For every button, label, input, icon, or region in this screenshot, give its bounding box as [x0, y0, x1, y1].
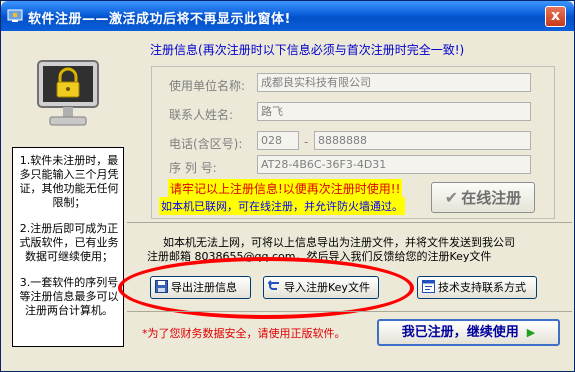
- play-arrow-icon: ▶: [526, 326, 536, 339]
- contact-field[interactable]: 路飞: [257, 102, 531, 121]
- online-register-icon: ✔: [444, 188, 459, 207]
- locked-monitor-icon: [37, 60, 99, 126]
- phone-label: 电话(含区号):: [169, 137, 243, 151]
- company-field[interactable]: 成都良实科技有限公司: [257, 73, 531, 92]
- red-annotation-ellipse: [118, 257, 414, 319]
- genuine-software-note: *为了您财务数据安全，请使用正版软件。: [142, 327, 346, 340]
- divider: [127, 222, 572, 223]
- note-2: 2.注册后即可成为正式版软件，已有业务数据可继续使用；: [19, 222, 119, 263]
- left-panel: 1.软件未注册时，最多只能输入三个月凭证，其他功能无任何限制； 2.注册后即可成…: [9, 39, 126, 353]
- phone-field[interactable]: 8888888: [314, 131, 531, 150]
- area-code-field[interactable]: 028: [257, 131, 299, 150]
- close-button[interactable]: x: [545, 6, 566, 27]
- title-bar[interactable]: 软件注册——激活成功后将不再显示此窗体! x: [1, 1, 574, 31]
- heading-note: (再次注册时以下信息必须与首次注册时完全一致!): [198, 43, 465, 57]
- heading-label: 注册信息: [150, 43, 199, 57]
- firewall-warning: 如本机已联网，可在线注册，并允许防火墙通过。: [159, 197, 405, 215]
- tech-support-label: 技术支持联系方式: [438, 281, 526, 294]
- online-register-label: 在线注册: [461, 189, 522, 207]
- note-3: 3.一套软件的序列号等注册信息最多可以注册两台计算机。: [19, 276, 119, 317]
- app-icon: [7, 9, 23, 22]
- tech-support-button[interactable]: 技术支持联系方式: [417, 276, 537, 299]
- continue-button[interactable]: 我已注册，继续使用 ▶: [377, 319, 560, 346]
- support-window-icon: [422, 280, 435, 293]
- registration-notes: 1.软件未注册时，最多只能输入三个月凭证，其他功能无任何限制； 2.注册后即可成…: [12, 147, 124, 347]
- contact-label: 联系人姓名:: [169, 108, 234, 122]
- online-register-button[interactable]: ✔ 在线注册: [431, 182, 535, 213]
- serial-field[interactable]: AT28-4B6C-36F3-4D31: [257, 155, 531, 174]
- note-1: 1.软件未注册时，最多只能输入三个月凭证，其他功能无任何限制；: [19, 154, 119, 209]
- window-title: 软件注册——激活成功后将不再显示此窗体!: [28, 12, 291, 27]
- company-label: 使用单位名称:: [169, 79, 246, 93]
- offline-instructions-line-1: 如本机无法上网，可将以上信息导出为注册文件，并将文件发送到我公司: [163, 236, 515, 249]
- divider: [127, 311, 572, 312]
- registration-window: 软件注册——激活成功后将不再显示此窗体! x 1.软件未注册时，最多只能输入三个…: [0, 0, 575, 372]
- keep-info-warning: 请牢记以上注册信息!以便再次注册时使用!!: [168, 179, 403, 198]
- serial-label: 序 列 号:: [169, 161, 217, 175]
- phone-separator: -: [304, 135, 309, 149]
- continue-label: 我已注册，继续使用: [401, 325, 519, 340]
- registration-heading: 注册信息(再次注册时以下信息必须与首次注册时完全一致!): [150, 41, 464, 58]
